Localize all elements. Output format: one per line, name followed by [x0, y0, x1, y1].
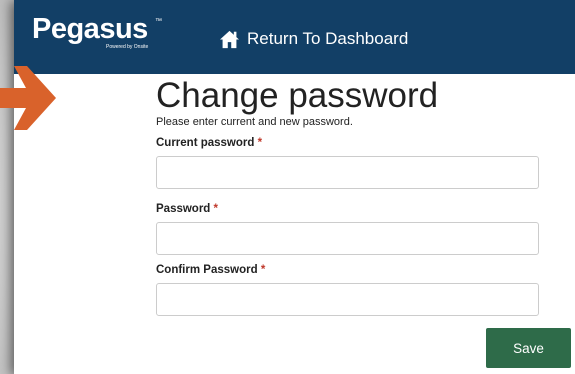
top-navbar: Pegasus ™ Powered by Onsite Return To Da…: [14, 0, 575, 74]
app-window: Pegasus ™ Powered by Onsite Return To Da…: [14, 0, 575, 374]
confirm-password-label: Confirm Password *: [156, 264, 265, 276]
required-marker: *: [260, 264, 266, 276]
password-label: Password *: [156, 203, 218, 215]
save-button[interactable]: Save: [486, 328, 571, 368]
password-label-text: Password: [156, 203, 211, 215]
confirm-password-input[interactable]: [156, 283, 539, 316]
current-password-label: Current password *: [156, 137, 262, 149]
page-subtitle: Please enter current and new password.: [156, 116, 353, 128]
return-to-dashboard-link[interactable]: Return To Dashboard: [219, 28, 408, 50]
logo-trademark: ™: [155, 18, 162, 25]
confirm-password-label-text: Confirm Password: [156, 264, 258, 276]
current-password-input[interactable]: [156, 156, 539, 189]
logo-wordmark: Pegasus: [32, 13, 148, 45]
required-marker: *: [257, 137, 263, 149]
current-password-label-text: Current password: [156, 137, 255, 149]
home-icon: [220, 30, 239, 48]
logo-tagline: Powered by Onsite: [106, 44, 149, 50]
page-title: Change password: [156, 76, 439, 115]
annotation-arrow-icon: [0, 66, 56, 130]
password-input[interactable]: [156, 222, 539, 255]
pegasus-logo[interactable]: Pegasus ™ Powered by Onsite: [32, 13, 162, 50]
return-to-dashboard-label: Return To Dashboard: [247, 29, 409, 48]
required-marker: *: [213, 203, 219, 215]
